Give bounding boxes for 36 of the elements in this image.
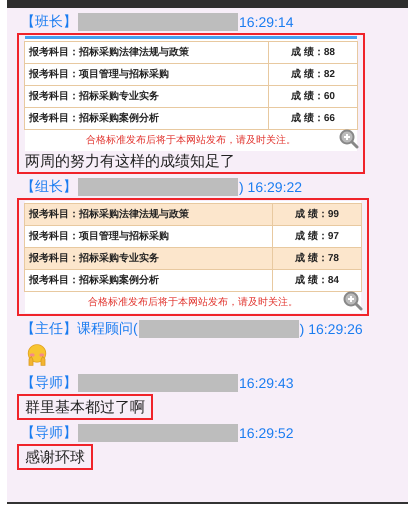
- table-cell: 报考科目：招标采购案例分析: [25, 108, 269, 129]
- emoji-icon: [25, 343, 49, 367]
- score-screenshot[interactable]: 报考科目：招标采购法律法规与政策 成 绩：99 报考科目：项目管理与招标采购 成 绩：97 报考科目：招标采购专业实务 成 绩：78 报考科目：招标采购案例分析 成 绩：84 合格标准发布后将于本网站发布，请及时关注。: [25, 201, 361, 313]
- table-cell-text: 成 绩：97: [294, 230, 340, 244]
- sender-role: 【主任】: [21, 320, 77, 338]
- table-cell-text: 成 绩：99: [294, 208, 340, 222]
- message-text: 两周的努力有这样的成绩知足了: [25, 152, 235, 171]
- table-cell: 报考科目：招标采购专业实务: [25, 248, 273, 269]
- table-cell-text: 成 绩：82: [290, 68, 336, 82]
- sender-role: 【班长】: [21, 12, 77, 30]
- table-cell-text: 成 绩：66: [290, 112, 336, 126]
- score-screenshot[interactable]: 报考科目：招标采购法律法规与政策 成 绩：88 报考科目：项目管理与招标采购 成 绩：82 报考科目：招标采购专业实务 成 绩：60 报考科目：招标采购案例分析 成 绩：66 合格标准发布后将于本网站发布，请及时关注。: [25, 36, 357, 151]
- notice-text: 合格标准发布后将于本网站发布，请及时关注。: [86, 134, 296, 147]
- message-text: 群里基本都过了啊: [25, 398, 145, 417]
- sender-role: 【组长】: [21, 178, 77, 196]
- table-cell: 报考科目：招标采购法律法规与政策: [25, 42, 269, 63]
- message-time: ) 16:29:22: [239, 178, 302, 194]
- message-text: 感谢环球: [25, 448, 85, 467]
- message-time: 16:29:14: [239, 14, 294, 30]
- table-cell: 报考科目：招标采购法律法规与政策: [25, 204, 273, 225]
- sender-role: 【导师】: [21, 424, 77, 442]
- table-cell-text: 成 绩：78: [294, 252, 340, 266]
- table-cell: 报考科目：招标采购专业实务: [25, 86, 269, 107]
- table-cell: 报考科目：项目管理与招标采购: [25, 64, 269, 85]
- sender-name: 课程顾问(: [77, 320, 138, 338]
- message-time: 16:29:43: [239, 374, 294, 390]
- message-time: 16:29:52: [239, 424, 294, 440]
- table-cell-text: 成 绩：88: [290, 46, 336, 60]
- notice-text: 合格标准发布后将于本网站发布，请及时关注。: [88, 296, 298, 309]
- table-cell-text: 成 绩：60: [290, 90, 336, 104]
- zoom-in-icon[interactable]: [339, 129, 359, 149]
- table-cell-text: 成 绩：84: [294, 274, 340, 288]
- table-cell: 报考科目：招标采购案例分析: [25, 270, 273, 291]
- zoom-in-icon[interactable]: [343, 291, 363, 311]
- message-time: ) 16:29:26: [300, 320, 363, 336]
- sender-role: 【导师】: [21, 374, 77, 392]
